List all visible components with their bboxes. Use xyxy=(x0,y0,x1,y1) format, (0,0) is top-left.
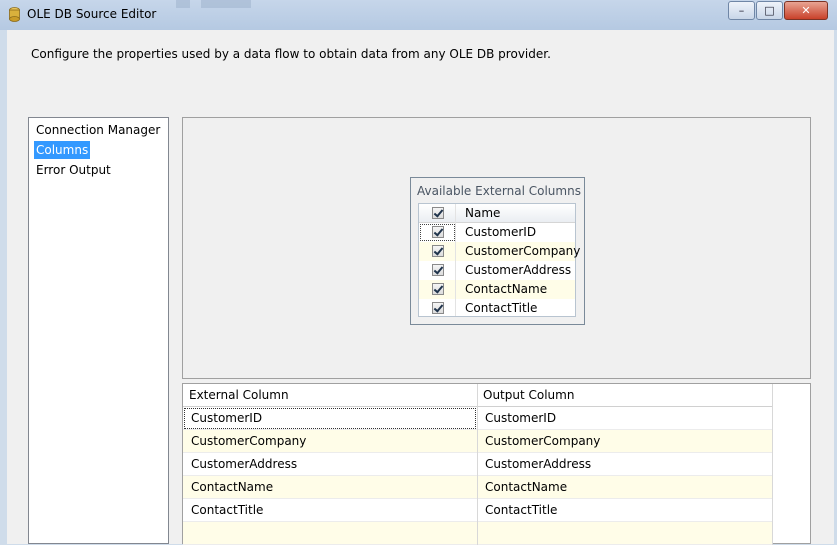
column-name: CustomerCompany xyxy=(465,244,581,258)
close-button[interactable]: ✕ xyxy=(784,1,828,20)
column-name: ContactTitle xyxy=(465,301,538,315)
output-column-cell[interactable]: ContactName xyxy=(485,480,567,494)
external-column-cell[interactable]: ContactTitle xyxy=(191,503,263,517)
column-divider xyxy=(477,384,478,545)
column-checkbox[interactable] xyxy=(432,264,444,276)
column-checkbox[interactable] xyxy=(432,302,444,314)
list-item: CustomerID xyxy=(419,223,575,242)
cell-focus-indicator xyxy=(184,408,476,429)
column-checkbox[interactable] xyxy=(432,283,444,295)
column-name: CustomerID xyxy=(465,225,537,239)
column-mapping-grid: External Column Output Column CustomerID… xyxy=(182,383,811,545)
available-external-columns-box: Available External Columns Name Customer… xyxy=(410,177,585,325)
minimize-button[interactable]: – xyxy=(728,1,755,20)
focus-indicator xyxy=(420,224,455,241)
column-divider xyxy=(772,384,773,545)
column-name: ContactName xyxy=(465,282,548,296)
available-columns-list: Name CustomerID CustomerCompany Customer… xyxy=(418,203,580,318)
description-text: Configure the properties used by a data … xyxy=(31,47,551,61)
background-ghost xyxy=(201,0,251,8)
external-column-cell[interactable]: CustomerAddress xyxy=(191,457,297,471)
external-column-header[interactable]: External Column xyxy=(189,388,289,402)
external-column-cell[interactable]: ContactName xyxy=(191,480,273,494)
page-navigation-list: Connection Manager Columns Error Output xyxy=(28,117,169,544)
window-title: OLE DB Source Editor xyxy=(27,7,157,21)
output-column-cell[interactable]: CustomerCompany xyxy=(485,434,600,448)
list-item: ContactTitle xyxy=(419,299,575,318)
maximize-button[interactable]: □ xyxy=(756,1,783,20)
database-icon xyxy=(9,7,20,22)
nav-item-connection-manager[interactable]: Connection Manager xyxy=(34,121,162,139)
column-name: CustomerAddress xyxy=(465,263,572,277)
output-column-cell[interactable]: CustomerID xyxy=(485,411,556,425)
nav-item-error-output[interactable]: Error Output xyxy=(34,161,113,179)
output-column-cell[interactable]: CustomerAddress xyxy=(485,457,591,471)
select-all-checkbox[interactable] xyxy=(432,207,444,219)
list-item: CustomerCompany xyxy=(419,242,580,261)
external-column-cell[interactable]: CustomerCompany xyxy=(191,434,306,448)
name-column-header[interactable]: Name xyxy=(465,206,500,220)
nav-item-columns[interactable]: Columns xyxy=(34,141,91,159)
output-column-header[interactable]: Output Column xyxy=(483,388,574,402)
available-columns-header: Name xyxy=(419,204,575,223)
list-item: ContactName xyxy=(419,280,575,299)
available-columns-title: Available External Columns xyxy=(417,184,581,198)
background-ghost xyxy=(176,0,190,8)
title-bar: OLE DB Source Editor – □ ✕ xyxy=(0,0,837,30)
column-checkbox[interactable] xyxy=(432,245,444,257)
output-column-cell[interactable]: ContactTitle xyxy=(485,503,557,517)
list-item: CustomerAddress xyxy=(419,261,575,280)
column-divider xyxy=(455,204,456,316)
